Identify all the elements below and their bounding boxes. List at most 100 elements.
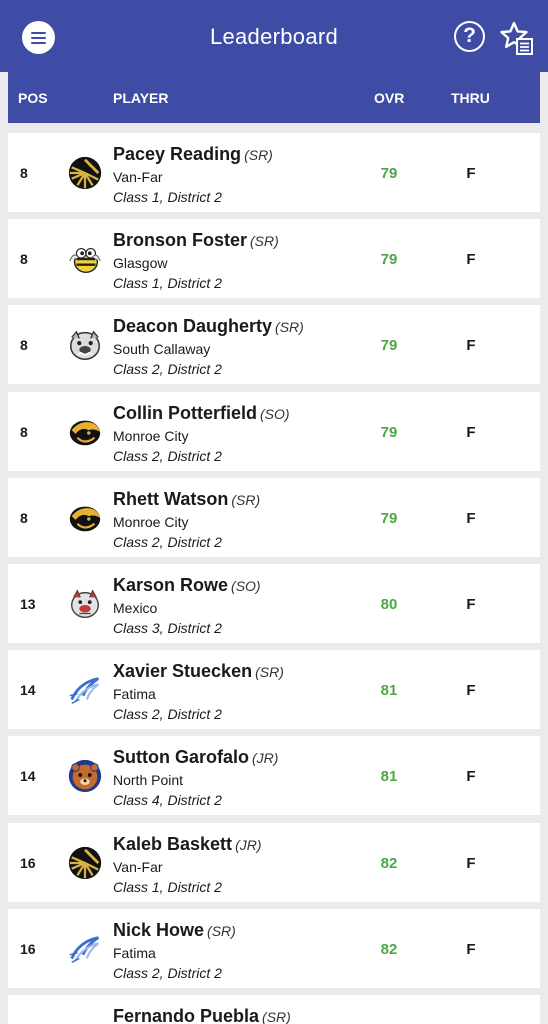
player-class-district: Class 2, District 2 — [113, 533, 222, 550]
player-name-line: Karson Rowe (SO) — [113, 575, 261, 596]
player-name-line: Fernando Puebla (SR) — [113, 1006, 291, 1024]
ovr-score: 82 — [380, 854, 398, 872]
leaderboard-row[interactable]: 8 Collin Potterfield (SO) Monroe City Class … — [8, 391, 540, 471]
leaderboard-row[interactable]: 13 Karson Rowe (SO) Mexico Class 3, District… — [8, 564, 540, 643]
monroe-city-logo — [66, 499, 104, 537]
thru-status: F — [466, 423, 476, 441]
thru-status: F — [466, 940, 476, 958]
column-header-pos[interactable]: POS — [18, 90, 48, 106]
player-name-line: Sutton Garofalo (JR) — [113, 747, 278, 768]
player-school: Monroe City — [113, 427, 189, 444]
ovr-score: 82 — [380, 940, 398, 958]
player-school: Van-Far — [113, 169, 163, 185]
leaderboard-row[interactable]: 8 Rhett Watson (SR) Monroe City Class 2, Dis… — [8, 477, 540, 557]
player-name: Sutton Garofalo — [113, 747, 249, 768]
ovr-score: 79 — [380, 337, 398, 355]
van-far-logo — [66, 844, 104, 882]
player-year: (SO) — [260, 405, 290, 422]
leaderboard-row[interactable]: 8 Deacon Daugherty (SR) South Callaway Class… — [8, 305, 540, 385]
help-icon[interactable]: ? — [454, 21, 485, 52]
ovr-score: 79 — [380, 509, 398, 527]
player-class-district: Class 1, District 2 — [113, 275, 222, 292]
position-value: 8 — [20, 337, 28, 354]
player-year: (JR) — [235, 836, 262, 853]
player-school: South Callaway — [113, 341, 211, 358]
player-school: Mexico — [113, 600, 158, 616]
player-class-district: Class 4, District 2 — [113, 792, 222, 809]
player-year: (SR) — [244, 147, 273, 163]
player-name-line: Xavier Stuecken (SR) — [113, 661, 284, 682]
position-value: 8 — [20, 251, 28, 268]
column-header-player[interactable]: PLAYER — [113, 90, 169, 106]
thru-status: F — [466, 337, 476, 355]
ovr-score: 81 — [380, 768, 398, 786]
player-name-line: Nick Howe (SR) — [113, 920, 236, 941]
player-name: Xavier Stuecken — [113, 661, 253, 682]
player-name: Kaleb Baskett — [113, 833, 233, 854]
player-name-line: Collin Potterfield (SO) — [113, 403, 290, 424]
player-school: North Point — [113, 772, 184, 789]
fatima-logo — [66, 930, 104, 968]
player-class-district: Class 2, District 2 — [113, 447, 222, 464]
thru-status: F — [466, 596, 476, 613]
player-class-district: Class 2, District 2 — [113, 964, 222, 981]
top-app-bar: Leaderboard ? — [0, 0, 548, 72]
mexico-logo — [66, 585, 104, 623]
player-class-district: Class 2, District 2 — [113, 706, 222, 723]
leaderboard-row[interactable]: 8 Bronson Foster (SR) Glasgow Class 1, Distr… — [8, 219, 540, 299]
position-value: 8 — [20, 509, 28, 526]
van-far-logo — [66, 154, 104, 192]
leaderboard-row[interactable]: 16 Kaleb Baskett (JR) Van-Far Class 1, Distr… — [8, 822, 540, 902]
ovr-score: 79 — [380, 423, 398, 441]
ovr-score: 79 — [380, 251, 398, 269]
player-year: (SR) — [231, 491, 261, 508]
position-value: 14 — [20, 768, 36, 785]
player-name-line: Bronson Foster (SR) — [113, 230, 279, 251]
player-name: Collin Potterfield — [113, 402, 257, 423]
north-point-logo — [66, 757, 104, 795]
player-name: Deacon Daugherty — [113, 316, 273, 337]
player-name: Rhett Watson — [113, 488, 229, 509]
leaderboard-row[interactable]: Fernando Puebla (SR) — [8, 995, 540, 1024]
leaderboard-row[interactable]: 8 Pacey Reading (SR) Van-Far Class 1, Distri… — [8, 133, 540, 212]
player-name: Nick Howe — [113, 919, 205, 940]
player-name: Karson Rowe — [113, 575, 229, 595]
player-school: Van-Far — [113, 858, 163, 875]
player-year: (SR) — [250, 233, 279, 250]
position-value: 16 — [20, 854, 36, 871]
ovr-score: 79 — [380, 165, 398, 182]
school-logo — [66, 1016, 104, 1024]
favorites-star-icon[interactable] — [500, 20, 534, 56]
player-year: (SR) — [275, 319, 304, 336]
player-name: Fernando Puebla — [113, 1006, 260, 1024]
leaderboard-row[interactable]: 14 Xavier Stuecken (SR) Fatima Class 2, Dist… — [8, 650, 540, 730]
ovr-score: 80 — [380, 596, 398, 613]
player-name-line: Kaleb Baskett (JR) — [113, 834, 262, 855]
position-value: 16 — [20, 940, 36, 957]
player-school: Fatima — [113, 944, 156, 961]
player-school: Glasgow — [113, 255, 168, 272]
ovr-score: 81 — [380, 682, 398, 700]
thru-status: F — [466, 768, 476, 786]
leaderboard-row[interactable]: 16 Nick Howe (SR) Fatima Class 2, District 2… — [8, 908, 540, 988]
player-name: Bronson Foster — [113, 230, 248, 251]
glasgow-logo — [66, 240, 104, 278]
column-header-thru[interactable]: THRU — [451, 90, 490, 106]
leaderboard-row[interactable]: 14 Sutton Garofalo (JR) North Point Class 4,… — [8, 736, 540, 816]
player-class-district: Class 2, District 2 — [113, 361, 222, 378]
position-value: 8 — [20, 423, 28, 440]
player-school: Monroe City — [113, 513, 189, 530]
player-year: (JR) — [252, 750, 279, 767]
column-header-ovr[interactable]: OVR — [374, 90, 404, 106]
player-class-district: Class 1, District 2 — [113, 189, 222, 205]
player-class-district: Class 3, District 2 — [113, 620, 222, 636]
position-value: 8 — [20, 165, 28, 181]
player-name-line: Rhett Watson (SR) — [113, 489, 260, 510]
table-header: POS PLAYER OVR THRU — [8, 72, 540, 123]
player-class-district: Class 1, District 2 — [113, 878, 222, 895]
thru-status: F — [466, 682, 476, 700]
player-year: (SR) — [255, 664, 284, 681]
thru-status: F — [466, 251, 476, 269]
player-year: (SR) — [262, 1009, 291, 1024]
monroe-city-logo — [66, 413, 104, 451]
